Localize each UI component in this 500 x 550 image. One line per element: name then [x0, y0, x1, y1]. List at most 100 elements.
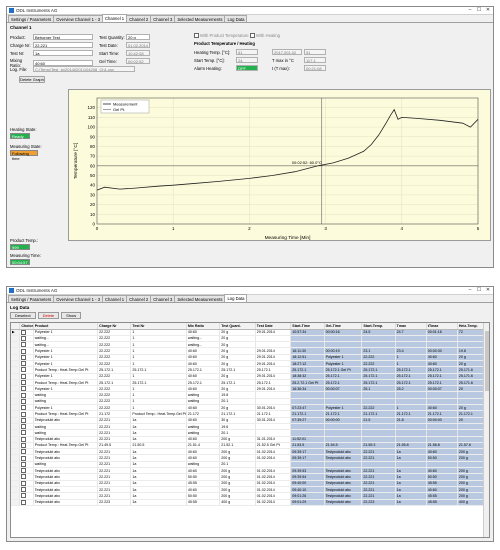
start-time-label: Start Time:	[99, 50, 120, 56]
chart-svg: 01020304050607080901001101200 1 2 3 4 5Measur…	[73, 97, 480, 241]
tab-overview-channel-1-3[interactable]: Overview Channel 1 - 3	[53, 295, 104, 302]
choice-checkbox[interactable]	[21, 480, 27, 486]
table-cell: 22.223	[361, 499, 396, 506]
tab-selected-measurements[interactable]: Selected Measurements	[174, 15, 226, 22]
title-bar: ODL Instruments AG – ☐ ✕	[7, 7, 493, 15]
vertical-scrollbar[interactable]	[483, 323, 489, 537]
series-line	[96, 108, 479, 191]
choice-checkbox[interactable]	[21, 455, 27, 461]
quantity-label: Test Quantity:	[99, 34, 125, 40]
start-time-field: 10:42:08	[126, 50, 150, 56]
choice-checkbox[interactable]	[21, 329, 27, 335]
choice-checkbox[interactable]	[21, 417, 27, 423]
y-tick-label: 20	[90, 202, 96, 207]
date-field: 01.02.2014	[126, 42, 150, 48]
row-header	[11, 499, 21, 506]
choice-checkbox[interactable]	[21, 354, 27, 360]
heating-extra-field: 51	[304, 49, 326, 55]
y-tick-label: 110	[88, 115, 96, 120]
choice-checkbox[interactable]	[21, 367, 27, 373]
choice-checkbox[interactable]	[21, 361, 27, 366]
tab-settings-parameters[interactable]: Settings / Parameters	[8, 15, 55, 22]
choice-checkbox[interactable]	[21, 499, 27, 505]
choice-checkbox[interactable]	[21, 442, 27, 448]
tab-overview-channel-1-3[interactable]: Overview Channel 1 - 3	[53, 15, 104, 22]
product-temp-heading: Product Temperature / Heating	[194, 41, 255, 46]
choice-checkbox[interactable]	[21, 335, 27, 341]
x-tick-label: 0	[96, 226, 99, 231]
choice-checkbox[interactable]	[21, 461, 27, 467]
tab-channel-3[interactable]: Channel 3	[150, 15, 176, 22]
product-temp-checkbox[interactable]	[194, 33, 199, 38]
deselect-button[interactable]: Deselect	[10, 312, 36, 319]
plot-frame	[96, 97, 479, 225]
close-icon[interactable]: ✕	[485, 287, 491, 294]
table-body: ▶ Polyester 1 22.222 1 40:60 20 g 29.01.2014 10…	[11, 329, 489, 506]
show-button[interactable]: Show	[61, 312, 82, 319]
minimize-icon[interactable]: –	[467, 7, 473, 14]
maximize-icon[interactable]: ☐	[476, 287, 482, 294]
tab-channel-1[interactable]: Channel 1	[102, 295, 128, 302]
choice-checkbox[interactable]	[21, 411, 27, 417]
close-icon[interactable]: ✕	[485, 7, 491, 14]
choice-checkbox[interactable]	[21, 398, 27, 404]
choice-checkbox[interactable]	[21, 487, 27, 492]
app-icon-2	[9, 288, 14, 293]
table-cell: 22.223	[97, 499, 132, 506]
charge-field[interactable]: 22.221	[33, 42, 93, 48]
choice-checkbox[interactable]	[21, 430, 27, 435]
tmax-field: 117.1	[304, 57, 326, 63]
choice-checkbox[interactable]	[21, 468, 27, 473]
product-temp-label: Product Temp.:	[10, 238, 39, 243]
choice-checkbox[interactable]	[21, 424, 27, 429]
delete-graph-button[interactable]: Delete Graph	[19, 76, 45, 83]
table-cell: Testprodukt abc	[324, 499, 363, 506]
tab-channel-1[interactable]: Channel 1	[102, 14, 128, 22]
channel-window: ODL Instruments AG – ☐ ✕ Settings / Para…	[6, 6, 494, 268]
tmax-time-label: t (T max):	[272, 65, 290, 71]
minimize-icon[interactable]: –	[467, 287, 473, 294]
heating-temp-label: Heating Temp. [°C]:	[194, 49, 231, 55]
tab-channel-3[interactable]: Channel 3	[150, 295, 176, 302]
tab-channel-2[interactable]: Channel 2	[126, 295, 152, 302]
choice-checkbox[interactable]	[21, 405, 27, 410]
log-table[interactable]: Choice Product Charge Nr Test Nr Mix Ratio Te…	[10, 322, 490, 538]
choice-checkbox-cell[interactable]	[19, 499, 34, 506]
choice-checkbox[interactable]	[21, 436, 27, 442]
tab-log-data[interactable]: Log Data	[224, 294, 248, 302]
choice-checkbox[interactable]	[21, 493, 27, 498]
channel-title: Channel 1	[10, 25, 32, 30]
measuring-time-label: Measuring Time:	[10, 253, 41, 258]
choice-checkbox[interactable]	[21, 373, 27, 379]
y-tick-label: 100	[87, 125, 95, 130]
choice-checkbox[interactable]	[21, 342, 27, 347]
table-cell: 45:55	[426, 499, 458, 506]
delete-button[interactable]: Delete	[37, 312, 60, 319]
y-tick-label: 120	[87, 105, 95, 110]
tmax-time-field: 00:21:08	[304, 65, 326, 71]
product-temp-value: 999	[10, 244, 30, 250]
choice-checkbox[interactable]	[21, 348, 27, 354]
gel-point-label: 00:02:52: 60.0°C	[292, 160, 322, 165]
choice-checkbox[interactable]	[21, 392, 27, 398]
choice-checkbox[interactable]	[21, 449, 27, 454]
date-label: Test Date:	[99, 42, 118, 48]
temperature-chart[interactable]: 0 10 20 30 40 50 60 70 80 90 100 110 120 0 1 2 3 4 5 Measur…	[68, 89, 491, 241]
table-row[interactable]: Testprodukt abc 22.223 1a 45:55 400 g 01.02.2…	[11, 499, 489, 506]
choice-checkbox[interactable]	[21, 474, 27, 480]
tab-channel-2[interactable]: Channel 2	[126, 15, 152, 22]
tab-log-data[interactable]: Log Data	[224, 15, 248, 22]
choice-checkbox[interactable]	[21, 386, 27, 391]
measuring-state-value: Following time	[10, 150, 38, 161]
heating-checkbox[interactable]	[250, 33, 255, 38]
quantity-field[interactable]: 20 g	[126, 34, 150, 40]
product-field[interactable]: Behorner Test	[33, 34, 93, 40]
test-field[interactable]: 1a	[33, 50, 93, 56]
maximize-icon[interactable]: ☐	[476, 7, 482, 14]
logfile-field: C:\Temp\Test_to\20140201\104208_Ch1.csv	[33, 66, 135, 72]
measuring-state-label: Measuring State:	[10, 144, 42, 149]
choice-checkbox[interactable]	[21, 380, 27, 385]
tab-selected-measurements[interactable]: Selected Measurements	[174, 295, 226, 302]
tab-settings-parameters[interactable]: Settings / Parameters	[8, 295, 55, 302]
scroll-thumb[interactable]	[485, 331, 489, 391]
